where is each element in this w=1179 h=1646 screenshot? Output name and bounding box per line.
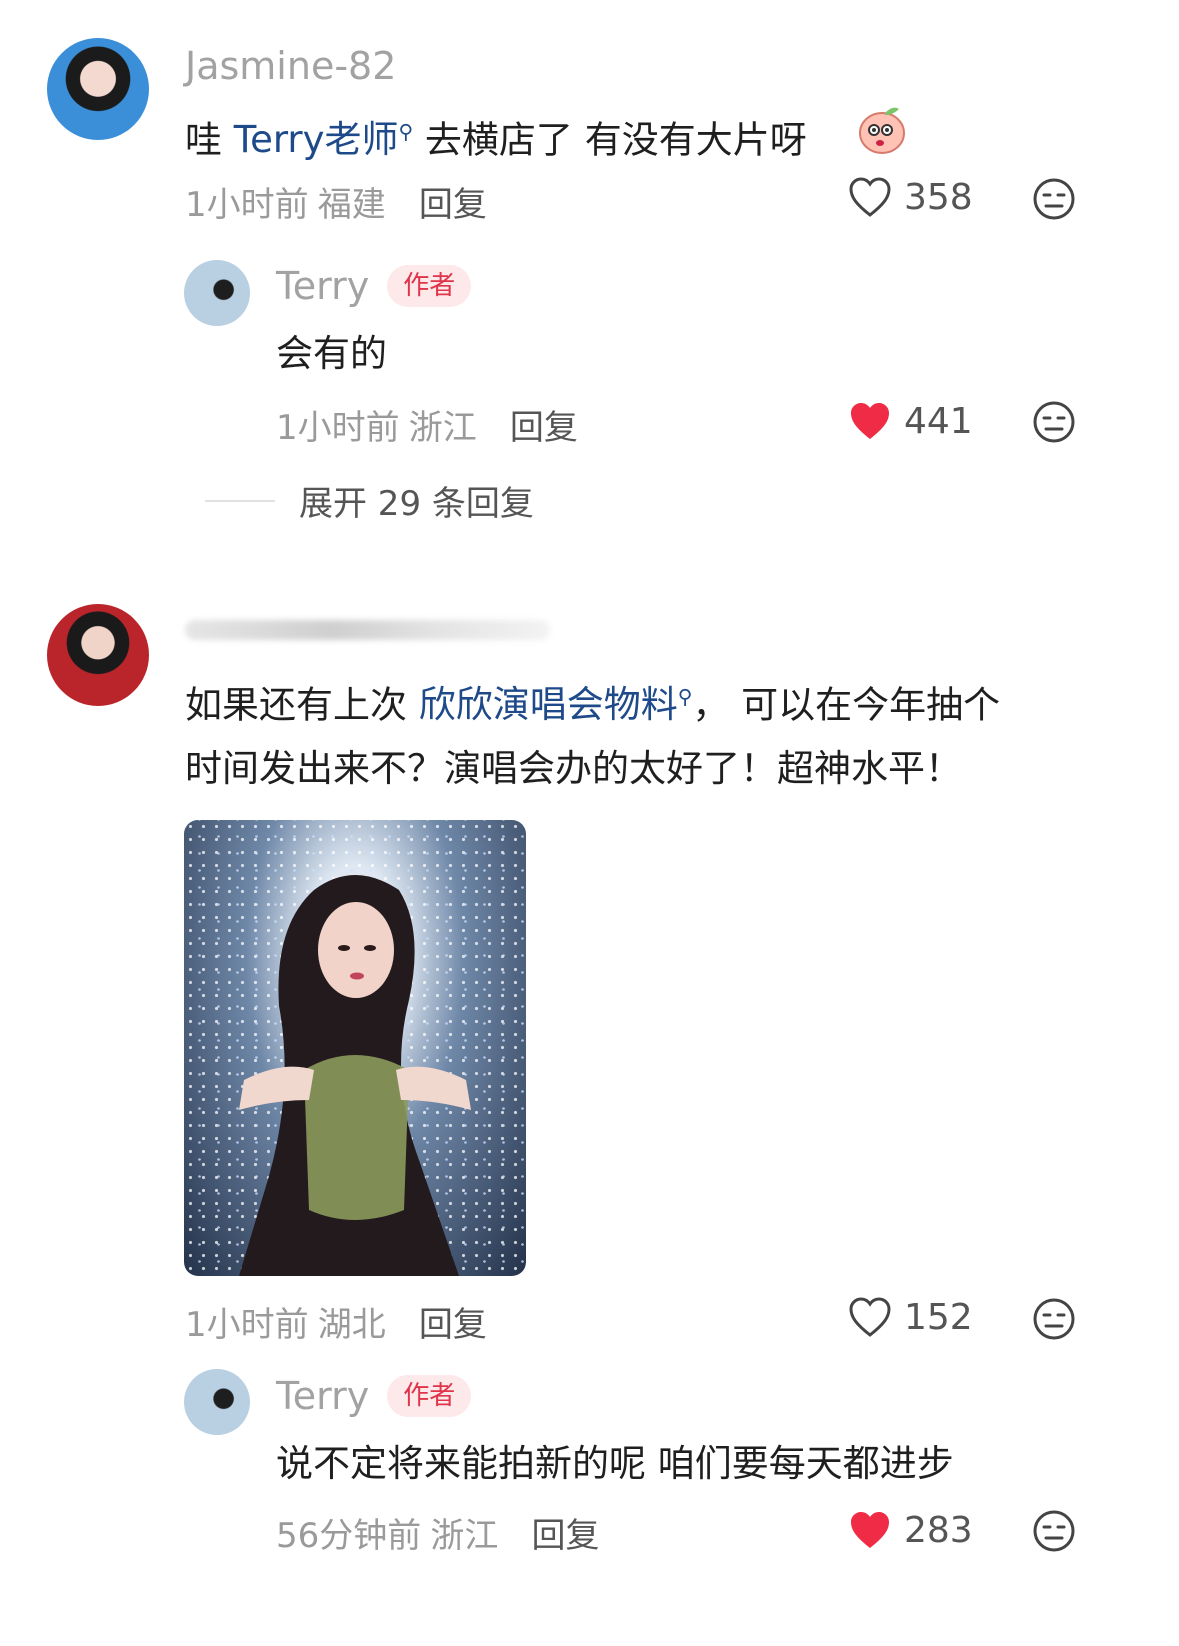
comment-username-blurred[interactable] <box>185 612 550 648</box>
neutral-face-icon[interactable] <box>1032 177 1076 221</box>
comment-location: 福建 <box>317 185 386 225</box>
expand-replies[interactable]: 展开 29 条回复 <box>205 476 534 525</box>
reply-username[interactable]: Terry <box>276 264 369 308</box>
mention-text: Terry老师 <box>233 118 399 162</box>
reply-button[interactable]: 回复 <box>419 1305 487 1345</box>
mention-text: 欣欣演唱会物料 <box>418 683 678 727</box>
comment-meta: 1小时前 湖北 回复 <box>185 1297 487 1346</box>
comment-location: 湖北 <box>317 1305 386 1345</box>
reply-button[interactable]: 回复 <box>531 1516 599 1556</box>
reply-button[interactable]: 回复 <box>419 185 487 225</box>
comment-text-part: 哇 <box>185 118 234 162</box>
like-count: 358 <box>904 176 973 218</box>
comment-time: 1小时前 <box>185 185 309 225</box>
reply-text: 说不定将来能拍新的呢 咱们要每天都进步 <box>276 1442 954 1485</box>
heart-icon <box>849 1297 891 1337</box>
comment-photo[interactable] <box>184 820 526 1276</box>
neutral-face-icon[interactable] <box>1032 400 1076 444</box>
comment-text-part: 去横店了 有没有大片呀 <box>413 118 807 162</box>
comment-time: 1小时前 <box>185 1305 309 1345</box>
figure-silhouette <box>239 875 471 1276</box>
comment-text-line: 如果还有上次 欣欣演唱会物料⚲， 可以在今年抽个 <box>185 665 1105 737</box>
reply-time: 1小时前 <box>276 408 400 448</box>
heart-icon <box>851 403 889 439</box>
search-icon: ⚲ <box>677 685 693 709</box>
reply-header: Terry 作者 <box>276 264 472 308</box>
reply-header: Terry 作者 <box>276 1374 472 1418</box>
comment-text-part: 如果还有上次 <box>185 683 419 727</box>
like-count: 152 <box>904 1296 973 1338</box>
comment-text: 哇 Terry老师⚲ 去横店了 有没有大片呀 <box>185 100 807 172</box>
comment-username[interactable]: Jasmine-82 <box>185 44 396 88</box>
like-count: 441 <box>904 400 973 442</box>
like-count: 283 <box>904 1509 973 1551</box>
reply-location: 浙江 <box>430 1516 499 1556</box>
like-button[interactable]: 441 <box>848 400 973 442</box>
reply-time: 56分钟前 <box>276 1516 422 1556</box>
avatar[interactable] <box>47 604 149 706</box>
peach-emoji <box>859 107 905 154</box>
reply-location: 浙江 <box>408 408 477 448</box>
author-badge: 作者 <box>387 1375 472 1417</box>
divider <box>205 499 275 502</box>
reply-text: 会有的 <box>276 332 387 375</box>
like-button[interactable]: 358 <box>848 176 973 218</box>
blur-bar <box>185 620 550 640</box>
heart-icon <box>849 177 891 217</box>
reply-button[interactable]: 回复 <box>510 408 578 448</box>
comment-text-line: 时间发出来不？演唱会办的太好了！超神水平！ <box>185 747 962 791</box>
comment-meta: 1小时前 福建 回复 <box>185 177 487 226</box>
heart-icon <box>851 1512 889 1548</box>
reply-avatar[interactable] <box>184 1369 250 1435</box>
author-badge: 作者 <box>387 265 472 307</box>
like-button[interactable]: 283 <box>848 1509 973 1551</box>
comment-text: 如果还有上次 欣欣演唱会物料⚲， 可以在今年抽个 时间发出来不？演唱会办的太好了… <box>185 665 1105 801</box>
like-button[interactable]: 152 <box>848 1296 973 1338</box>
expand-label: 展开 29 条回复 <box>299 484 534 524</box>
reply-meta: 1小时前 浙江 回复 <box>276 400 578 449</box>
search-icon: ⚲ <box>398 120 414 144</box>
neutral-face-icon[interactable] <box>1032 1297 1076 1341</box>
mention-link[interactable]: Terry老师⚲ <box>234 118 413 161</box>
reply-username[interactable]: Terry <box>276 1374 369 1418</box>
reply-avatar[interactable] <box>184 260 250 326</box>
reply-meta: 56分钟前 浙江 回复 <box>276 1508 599 1557</box>
avatar[interactable] <box>47 38 149 140</box>
neutral-face-icon[interactable] <box>1032 1509 1076 1553</box>
mention-link[interactable]: 欣欣演唱会物料⚲ <box>419 683 693 726</box>
comment-text-part: ， 可以在今年抽个 <box>692 683 1001 727</box>
